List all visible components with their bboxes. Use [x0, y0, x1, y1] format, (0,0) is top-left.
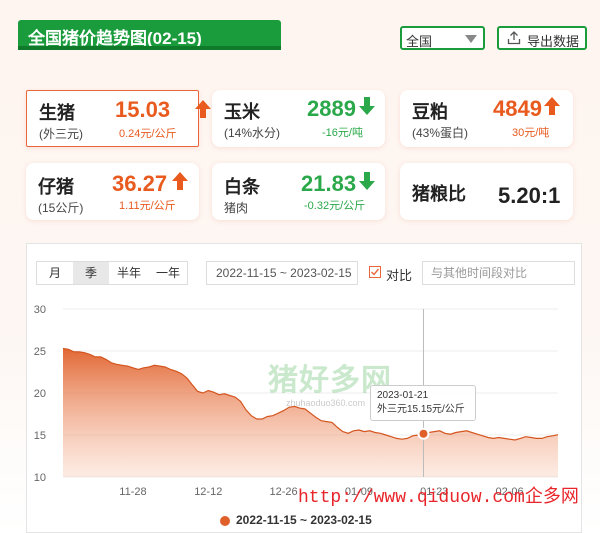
- chart-tooltip: 2023-01-21 外三元15.15元/公斤: [370, 385, 476, 421]
- x-tick-label: 12-12: [194, 486, 222, 498]
- x-tick-label: 11-28: [119, 486, 146, 498]
- y-tick-label: 15: [34, 430, 46, 442]
- highlight-point[interactable]: [417, 427, 430, 440]
- tooltip-value: 外三元15.15元/公斤: [377, 404, 465, 415]
- legend-label: 2022-11-15 ~ 2023-02-15: [236, 513, 372, 527]
- y-tick-label: 25: [34, 346, 46, 358]
- price-trend-chart: 1015202530 11-28 12-12 12-26 01-09 01-23 02-0…: [34, 304, 559, 498]
- x-tick-label: 12-26: [270, 486, 298, 498]
- y-tick-label: 10: [34, 472, 46, 484]
- site-watermark: http://www.qiduow.com企多网: [298, 488, 579, 508]
- y-tick-label: 30: [34, 304, 46, 316]
- y-tick-label: 20: [34, 388, 46, 400]
- domain-watermark: zhuhaoduo360.com: [286, 398, 366, 408]
- legend-marker: [220, 516, 230, 526]
- tooltip-date: 2023-01-21: [377, 390, 429, 401]
